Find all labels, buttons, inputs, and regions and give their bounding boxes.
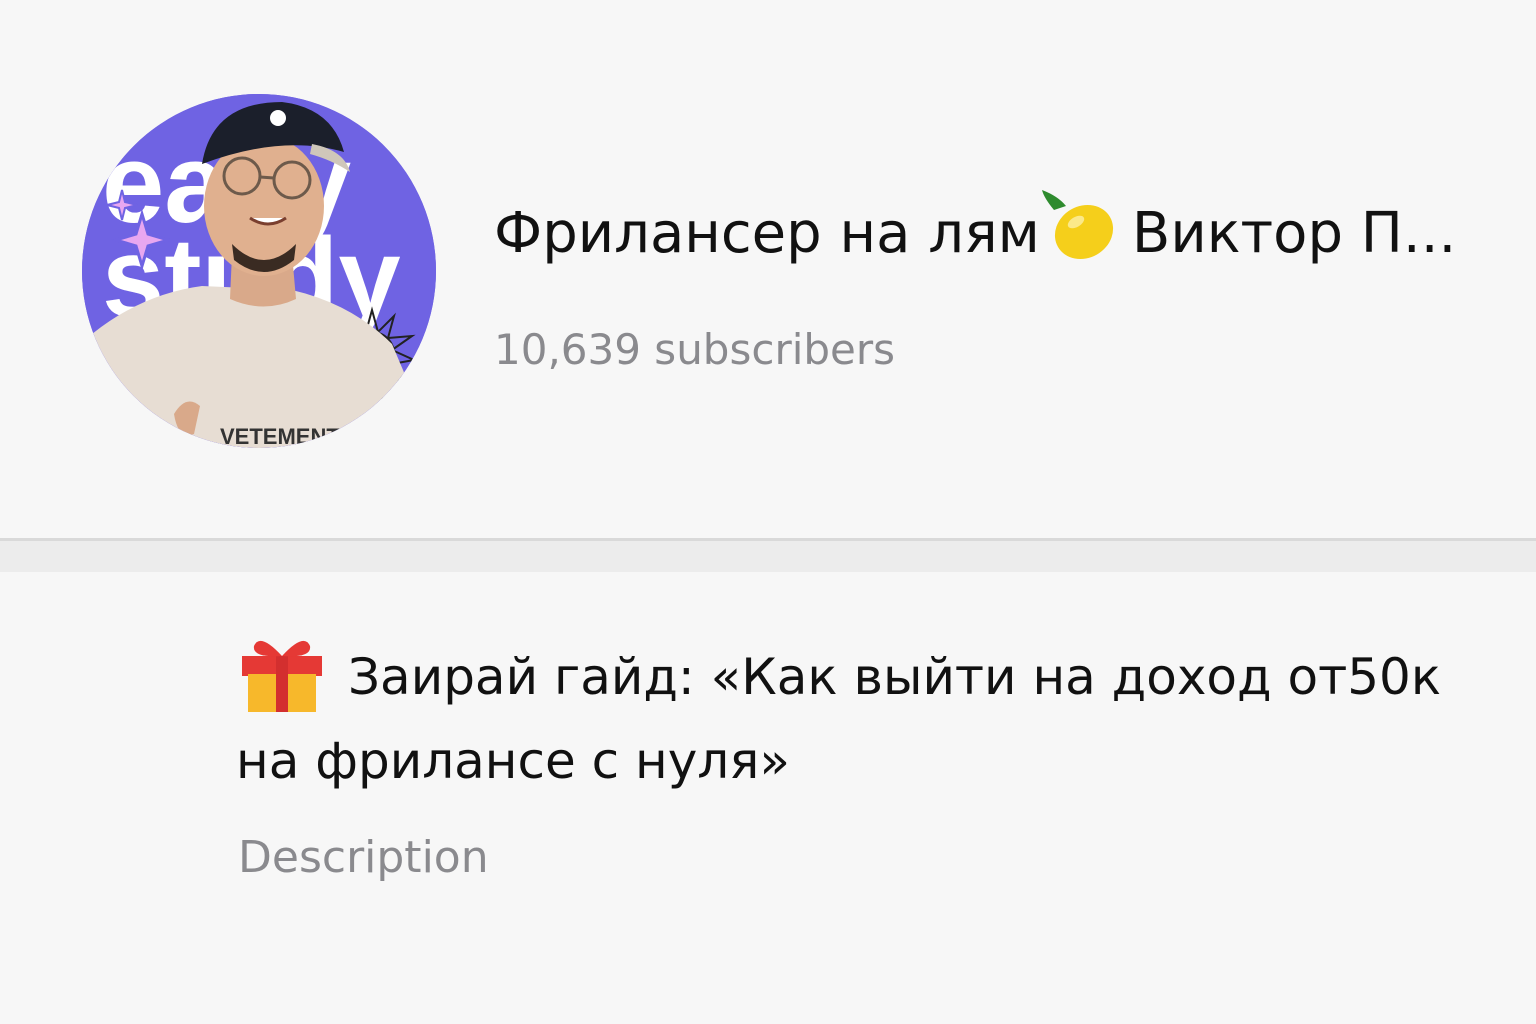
channel-name-part2: Виктор П... (1131, 201, 1457, 266)
channel-name: Фрилансер на лям Виктор П... (494, 188, 1494, 268)
lemon-icon (1040, 188, 1118, 266)
description-section[interactable]: Заирай гайд: «Как выйти на доход от50к н… (0, 572, 1536, 1024)
avatar-illustration: easy study VETEMENTS (82, 94, 436, 448)
description-text: Заирай гайд: «Как выйти на доход от50к н… (236, 648, 1442, 790)
section-divider (0, 538, 1536, 572)
gift-icon (236, 628, 328, 714)
shirt-logo-text: VETEMENTS (220, 424, 354, 448)
description-label: Description (238, 832, 489, 883)
channel-name-part1: Фрилансер на лям (494, 201, 1040, 266)
channel-info-screen: easy study VETEMENTS (0, 0, 1536, 1024)
subscriber-count: 10,639 subscribers (494, 325, 896, 374)
channel-header[interactable]: easy study VETEMENTS (0, 0, 1536, 538)
description-text-block: Заирай гайд: «Как выйти на доход от50к н… (236, 628, 1456, 803)
channel-avatar[interactable]: easy study VETEMENTS (82, 94, 436, 448)
